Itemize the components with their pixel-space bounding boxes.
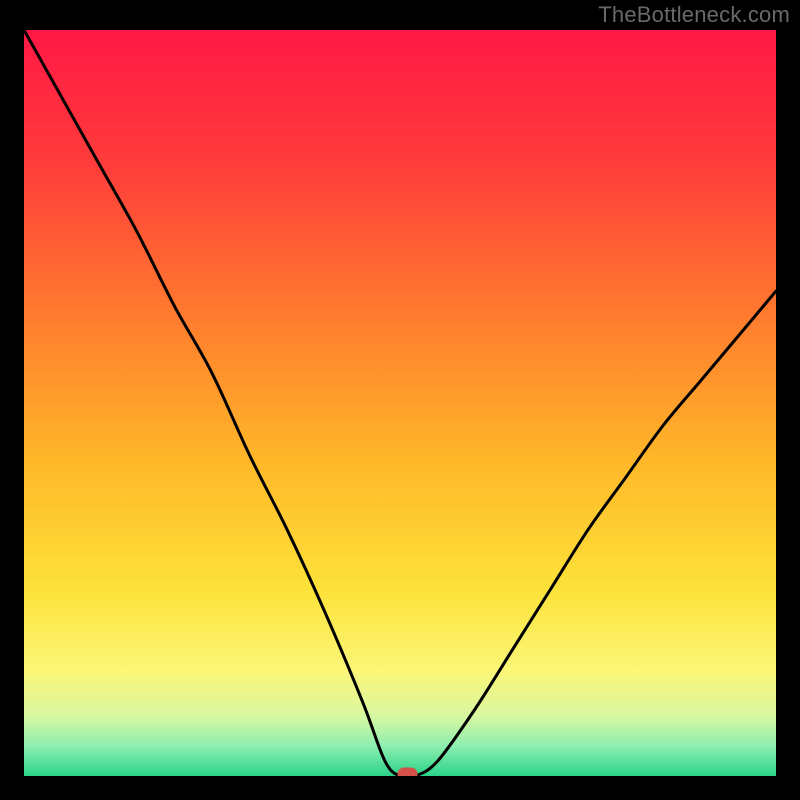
bottleneck-chart [24, 30, 776, 776]
chart-svg [24, 30, 776, 776]
chart-background [24, 30, 776, 776]
chart-frame: TheBottleneck.com [0, 0, 800, 800]
optimal-marker [398, 768, 418, 777]
attribution-text: TheBottleneck.com [598, 2, 790, 28]
